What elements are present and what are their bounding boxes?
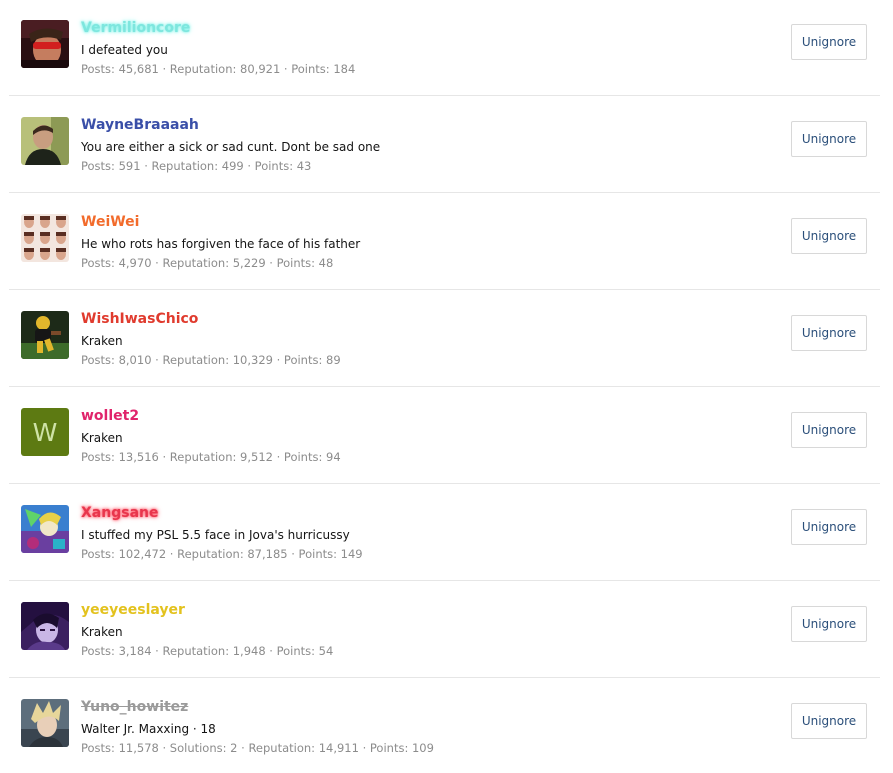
sunglasses-portrait-icon <box>21 20 69 68</box>
status-message: He who rots has forgiven the face of his… <box>81 237 361 251</box>
username-link[interactable]: Xangsane <box>81 503 158 523</box>
list-item: Yuno_howitez Walter Jr. Maxxing · 18 Pos… <box>9 679 880 773</box>
member-stats: Posts: 591 · Reputation: 499 · Points: 4… <box>81 159 312 173</box>
ignored-members-list: Vermilioncore I defeated you Posts: 45,6… <box>0 0 893 773</box>
blond-character-icon <box>21 699 69 747</box>
username-link[interactable]: WeiWei <box>81 212 139 232</box>
unignore-button[interactable]: Unignore <box>791 509 867 545</box>
member-stats: Posts: 8,010 · Reputation: 10,329 · Poin… <box>81 353 341 367</box>
member-stats: Posts: 45,681 · Reputation: 80,921 · Poi… <box>81 62 356 76</box>
member-stats: Posts: 3,184 · Reputation: 1,948 · Point… <box>81 644 334 658</box>
unignore-button[interactable]: Unignore <box>791 412 867 448</box>
avatar[interactable] <box>21 699 69 747</box>
avatar[interactable] <box>21 214 69 262</box>
list-item: Vermilioncore I defeated you Posts: 45,6… <box>9 0 880 96</box>
letter-avatar: W <box>21 408 69 456</box>
username-link[interactable]: WayneBraaaah <box>81 115 199 135</box>
list-item: WayneBraaaah You are either a sick or sa… <box>9 97 880 193</box>
avatar[interactable] <box>21 20 69 68</box>
avatar[interactable] <box>21 602 69 650</box>
status-message: I stuffed my PSL 5.5 face in Jova's hurr… <box>81 528 350 542</box>
list-item: W wollet2 Kraken Posts: 13,516 · Reputat… <box>9 388 880 484</box>
avatar[interactable] <box>21 311 69 359</box>
status-message: Kraken <box>81 625 123 639</box>
avatar[interactable] <box>21 117 69 165</box>
status-message: Kraken <box>81 334 123 348</box>
list-item: WishIwasChico Kraken Posts: 8,010 · Repu… <box>9 291 880 387</box>
status-message: You are either a sick or sad cunt. Dont … <box>81 140 381 154</box>
list-item: yeeyeeslayer Kraken Posts: 3,184 · Reput… <box>9 582 880 678</box>
unignore-button[interactable]: Unignore <box>791 24 867 60</box>
anime-character-icon <box>21 602 69 650</box>
anime-art-icon <box>21 505 69 553</box>
status-message: I defeated you <box>81 43 168 57</box>
username-link[interactable]: Vermilioncore <box>81 18 190 38</box>
username-link[interactable]: WishIwasChico <box>81 309 198 329</box>
unignore-button[interactable]: Unignore <box>791 703 867 739</box>
avatar[interactable]: W <box>21 408 69 456</box>
avatar[interactable] <box>21 505 69 553</box>
member-stats: Posts: 4,970 · Reputation: 5,229 · Point… <box>81 256 334 270</box>
photo-grid-icon <box>21 214 69 262</box>
status-message: Walter Jr. Maxxing · 18 <box>81 722 216 736</box>
unignore-button[interactable]: Unignore <box>791 606 867 642</box>
man-portrait-icon <box>21 117 69 165</box>
member-stats: Posts: 13,516 · Reputation: 9,512 · Poin… <box>81 450 341 464</box>
member-stats: Posts: 11,578 · Solutions: 2 · Reputatio… <box>81 741 434 755</box>
football-player-icon <box>21 311 69 359</box>
unignore-button[interactable]: Unignore <box>791 315 867 351</box>
username-link[interactable]: wollet2 <box>81 406 139 426</box>
username-link[interactable]: yeeyeeslayer <box>81 600 185 620</box>
username-link[interactable]: Yuno_howitez <box>81 697 188 717</box>
list-item: Xangsane I stuffed my PSL 5.5 face in Jo… <box>9 485 880 581</box>
status-message: Kraken <box>81 431 123 445</box>
unignore-button[interactable]: Unignore <box>791 121 867 157</box>
list-item: WeiWei He who rots has forgiven the face… <box>9 194 880 290</box>
unignore-button[interactable]: Unignore <box>791 218 867 254</box>
member-stats: Posts: 102,472 · Reputation: 87,185 · Po… <box>81 547 363 561</box>
